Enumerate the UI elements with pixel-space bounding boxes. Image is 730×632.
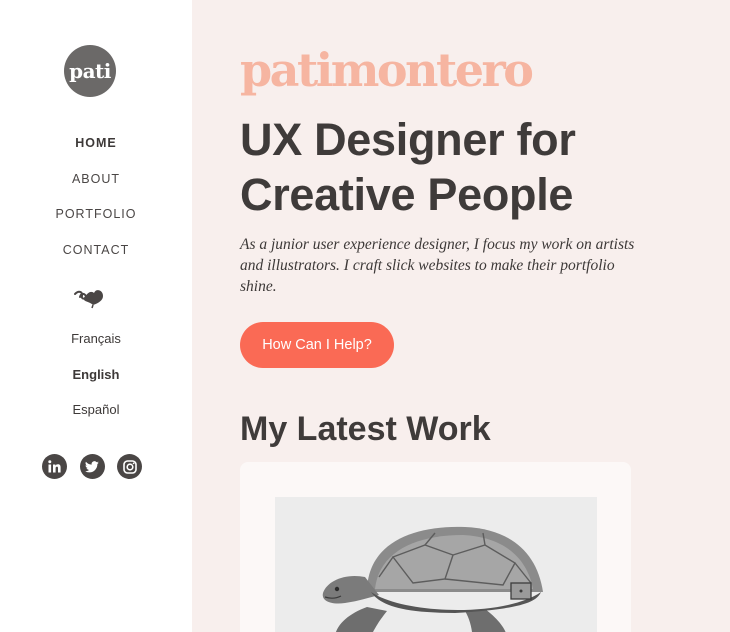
language-switcher: Français English Español — [0, 328, 192, 435]
instagram-icon[interactable] — [117, 454, 142, 479]
brand-wordmark: patimontero — [240, 43, 534, 97]
sidebar: pati HOME ABOUT PORTFOLIO CONTACT França… — [0, 0, 192, 632]
lang-french[interactable]: Français — [0, 328, 192, 364]
tortoise-illustration — [275, 497, 597, 632]
nav-contact[interactable]: CONTACT — [0, 240, 192, 276]
nav-about[interactable]: ABOUT — [0, 169, 192, 205]
main-nav: HOME ABOUT PORTFOLIO CONTACT — [0, 133, 192, 275]
logo-text: pati — [69, 59, 111, 83]
how-can-i-help-button[interactable]: How Can I Help? — [240, 322, 394, 368]
lang-english[interactable]: English — [0, 364, 192, 400]
latest-work-title: My Latest Work — [240, 410, 491, 448]
twitter-icon[interactable] — [79, 454, 105, 479]
headline-line-1: UX Designer for — [240, 114, 576, 165]
intro-text: As a junior user experience designer, I … — [240, 236, 635, 295]
hero-headline: UX Designer for Creative People — [240, 112, 660, 222]
logo[interactable]: pati — [64, 45, 116, 97]
fleuron-icon — [74, 290, 103, 309]
nav-home[interactable]: HOME — [0, 133, 192, 169]
social-links — [42, 454, 146, 480]
linkedin-icon[interactable] — [42, 454, 67, 479]
portfolio-card[interactable] — [240, 462, 631, 632]
nav-portfolio[interactable]: PORTFOLIO — [0, 204, 192, 240]
headline-line-2: Creative People — [240, 169, 574, 220]
lang-spanish[interactable]: Español — [0, 399, 192, 435]
